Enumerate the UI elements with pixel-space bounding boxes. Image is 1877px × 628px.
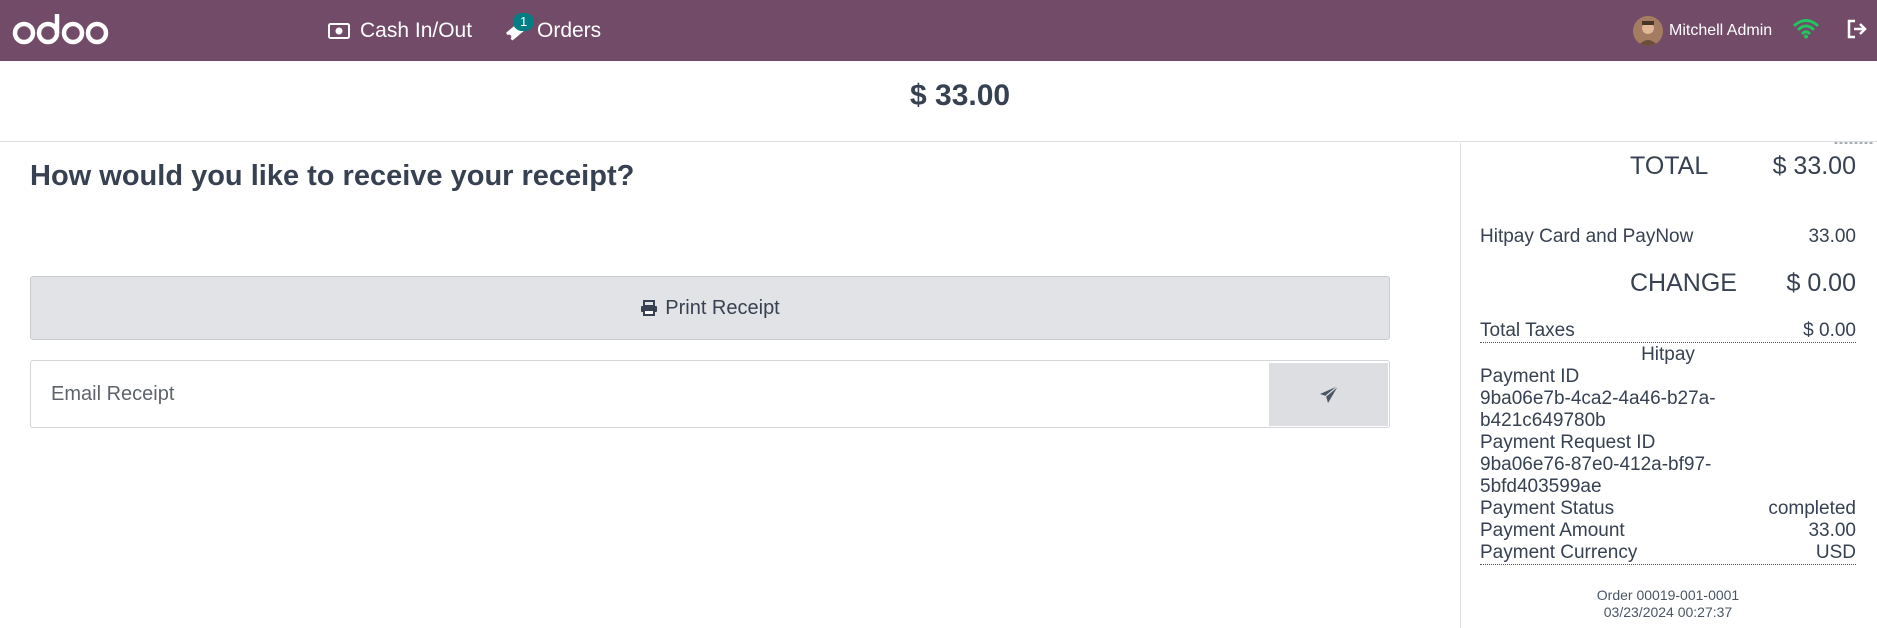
payment-request-label: Payment Request ID bbox=[1480, 432, 1656, 453]
receipt-change-label: CHANGE bbox=[1630, 269, 1737, 297]
payment-currency-value: USD bbox=[1815, 542, 1856, 563]
order-footer: Order 00019-001-0001 03/23/2024 00:27:37 bbox=[1480, 587, 1856, 621]
email-receipt-input[interactable] bbox=[31, 361, 1266, 427]
amount-header: $ 33.00 bbox=[0, 61, 1877, 142]
avatar bbox=[1633, 15, 1663, 46]
payment-method-label: Hitpay Card and PayNow bbox=[1480, 226, 1694, 247]
close-session-button[interactable] bbox=[1846, 19, 1868, 39]
email-receipt-group bbox=[30, 360, 1390, 428]
payment-currency-label: Payment Currency bbox=[1480, 542, 1638, 563]
receipt-taxes-row: Total Taxes $ 0.00 bbox=[1480, 320, 1856, 343]
payment-id-line1: 9ba06e7b-4ca2-4a46-b27a- bbox=[1480, 388, 1716, 409]
payment-amount-label: Payment Amount bbox=[1480, 520, 1625, 541]
wifi-icon bbox=[1793, 19, 1819, 39]
receipt-total-label: TOTAL bbox=[1630, 152, 1709, 180]
user-name: Mitchell Admin bbox=[1669, 21, 1773, 39]
payment-currency-row: Payment Currency USD bbox=[1480, 542, 1856, 565]
receipt-separator: -------- bbox=[1834, 135, 1874, 149]
receipt-total-row: TOTAL $ 33.00 bbox=[1480, 152, 1856, 184]
receipt-total-value: $ 33.00 bbox=[1772, 152, 1856, 180]
print-icon bbox=[641, 300, 658, 316]
taxes-value: $ 0.00 bbox=[1803, 320, 1856, 341]
receipt-change-row: CHANGE $ 0.00 bbox=[1480, 269, 1856, 301]
odoo-logo bbox=[12, 14, 109, 45]
payment-method-value: 33.00 bbox=[1808, 226, 1856, 247]
payment-id-block: Payment ID 9ba06e7b-4ca2-4a46-b27a- b421… bbox=[1480, 366, 1856, 498]
send-email-button[interactable] bbox=[1269, 363, 1388, 426]
cash-in-out-button[interactable]: Cash In/Out bbox=[328, 0, 472, 61]
print-receipt-label: Print Receipt bbox=[665, 296, 780, 319]
top-navbar: Cash In/Out Orders 1 Mitchell Admin bbox=[0, 0, 1877, 61]
payment-request-line2: 5bfd403599ae bbox=[1480, 476, 1602, 497]
user-menu[interactable]: Mitchell Admin bbox=[1633, 0, 1772, 61]
print-receipt-button[interactable]: Print Receipt bbox=[30, 276, 1390, 340]
receipt-payment-row: Hitpay Card and PayNow 33.00 bbox=[1480, 226, 1856, 248]
payment-amount-row: Payment Amount 33.00 bbox=[1480, 520, 1856, 542]
payment-status-label: Payment Status bbox=[1480, 498, 1615, 519]
taxes-label: Total Taxes bbox=[1480, 320, 1575, 341]
payment-id-line2: b421c649780b bbox=[1480, 410, 1606, 431]
money-icon bbox=[328, 22, 350, 39]
orders-count-badge: 1 bbox=[513, 13, 535, 31]
receipt-change-value: $ 0.00 bbox=[1786, 269, 1856, 297]
payment-amount-value: 33.00 bbox=[1808, 520, 1856, 541]
order-date: 03/23/2024 00:27:37 bbox=[1603, 604, 1733, 620]
total-amount: $ 33.00 bbox=[910, 79, 1011, 112]
order-reference: Order 00019-001-0001 bbox=[1596, 587, 1740, 603]
payment-status-value: completed bbox=[1768, 498, 1856, 519]
payment-id-label: Payment ID bbox=[1480, 366, 1580, 387]
receipt-question: How would you like to receive your recei… bbox=[30, 160, 635, 192]
orders-label: Orders bbox=[537, 18, 602, 42]
cash-in-out-label: Cash In/Out bbox=[360, 18, 473, 42]
paper-plane-icon bbox=[1319, 385, 1338, 403]
payment-request-line1: 9ba06e76-87e0-412a-bf97- bbox=[1480, 454, 1712, 475]
sign-out-icon bbox=[1847, 19, 1867, 39]
payment-status-row: Payment Status completed bbox=[1480, 498, 1856, 520]
payment-provider: Hitpay bbox=[1641, 344, 1695, 365]
